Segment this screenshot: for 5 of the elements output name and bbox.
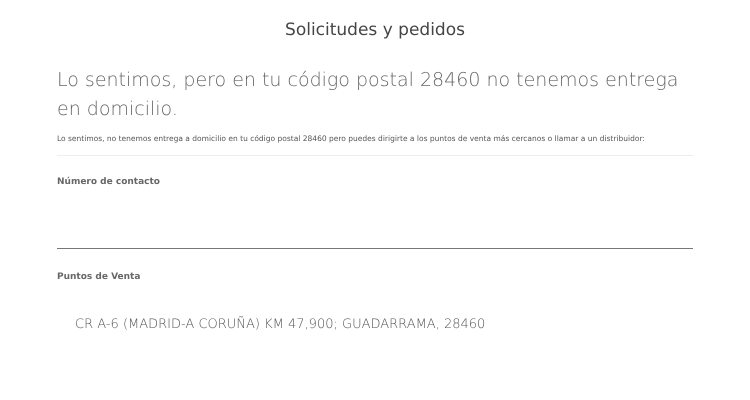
store-address[interactable]: CR A-6 (MADRID-A CORUÑA) KM 47,900; GUADARRAMA, 28460 (57, 314, 693, 334)
heading: Lo sentimos, pero en tu código postal 28460 no tenemos entrega en domicilio. (57, 68, 680, 122)
section-label: Puntos de Venta (57, 271, 142, 284)
page-title: Solicitudes y pedidos (284, 19, 466, 42)
field-label: Número de contacto (57, 176, 161, 188)
